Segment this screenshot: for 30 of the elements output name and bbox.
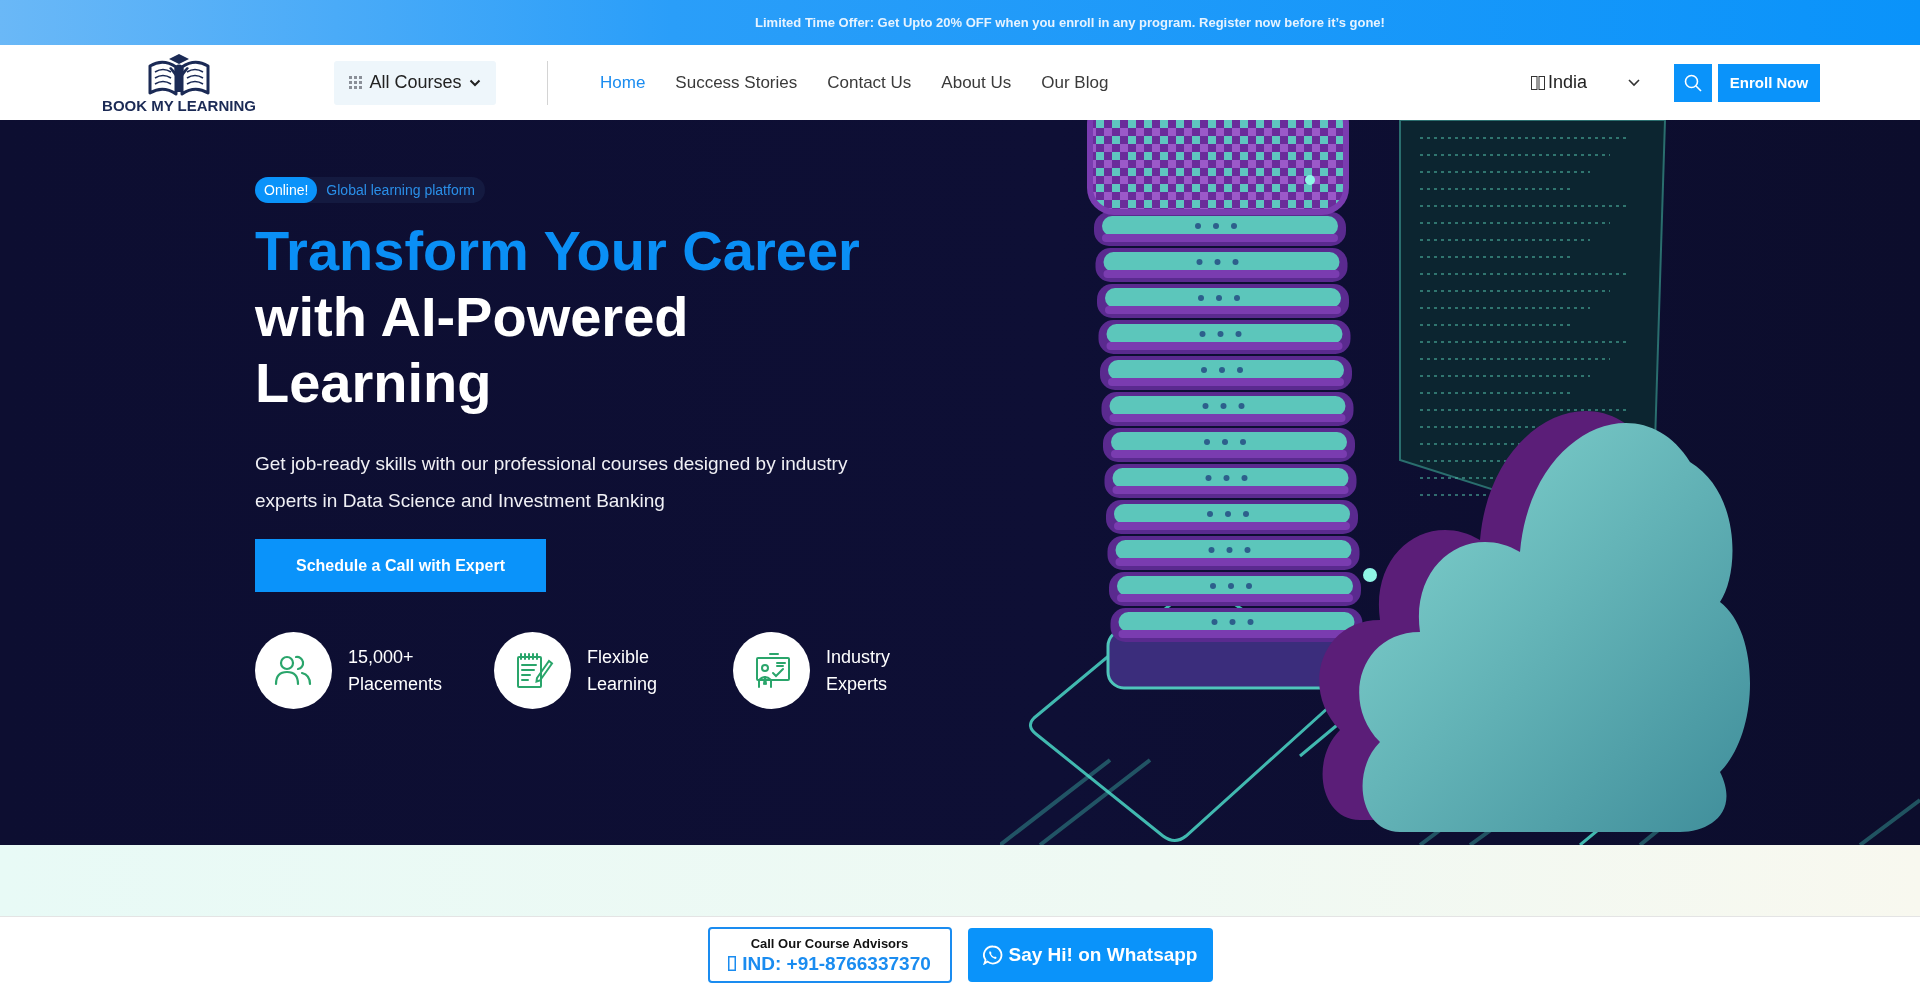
nav-link[interactable]: About Us bbox=[941, 72, 1012, 93]
search-icon bbox=[1684, 73, 1702, 92]
feature-label: Industry Experts bbox=[826, 645, 892, 696]
feature-label: 15,000+ Placements bbox=[348, 645, 444, 696]
promo-text: Limited Time Offer: Get Upto 20% OFF when you enroll in any program. Register now before it’s gone! bbox=[755, 15, 1385, 30]
chat-phone-icon bbox=[982, 945, 1003, 965]
nav-link[interactable]: Contact Us bbox=[827, 72, 912, 93]
chevron-down-icon bbox=[468, 78, 481, 87]
online-badge: Online! bbox=[255, 177, 318, 203]
all-courses-button[interactable]: All Courses bbox=[334, 60, 496, 105]
hero-title-accent: Transform Your Career bbox=[255, 218, 861, 284]
nav-link[interactable]: Success Stories bbox=[675, 72, 798, 93]
notepad-pencil-icon bbox=[494, 632, 571, 709]
chevron-down-icon bbox=[1628, 78, 1640, 87]
people-icon bbox=[255, 632, 332, 709]
book-logo-icon bbox=[147, 51, 211, 96]
presentation-board-icon bbox=[733, 632, 810, 709]
nav-link[interactable]: Home bbox=[600, 72, 646, 93]
search-button[interactable] bbox=[1674, 63, 1712, 102]
glyph-box-icon bbox=[728, 956, 737, 971]
call-heading: Call Our Course Advisors bbox=[750, 935, 909, 951]
region-select[interactable]: India bbox=[1531, 72, 1640, 93]
grid-icon bbox=[349, 76, 363, 89]
feature-label: Flexible Learning bbox=[587, 645, 659, 696]
tagline-text: Global learning platform bbox=[326, 182, 475, 198]
nav-link[interactable]: Our Blog bbox=[1041, 72, 1109, 93]
hero-title: with AI-Powered Learning bbox=[255, 285, 689, 414]
logo-link[interactable]: BOOK MY LEARNING bbox=[100, 51, 258, 114]
glyph-box-icon bbox=[1531, 74, 1545, 91]
hero-description: Get job-ready skills with our professional courses designed by industry experts in Data Science and Investment Banking bbox=[255, 452, 849, 513]
